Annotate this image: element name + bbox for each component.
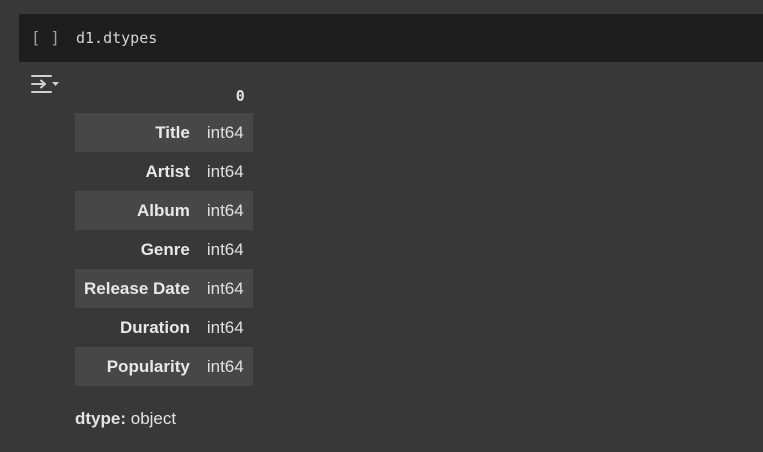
run-cell-button[interactable]: [ ]	[31, 28, 60, 47]
output-collapse-icon[interactable]	[30, 72, 60, 98]
dtype-summary: dtype: object	[75, 409, 176, 429]
row-value: int64	[198, 230, 253, 269]
row-value: int64	[198, 113, 253, 152]
row-value: int64	[198, 152, 253, 191]
row-index: Release Date	[75, 269, 199, 308]
row-index: Genre	[75, 230, 199, 269]
row-index: Title	[75, 113, 199, 152]
dataframe-table: 0 Title int64 Artist int64 Album int64 G…	[75, 78, 253, 386]
row-index: Duration	[75, 308, 199, 347]
table-row: Album int64	[75, 191, 253, 230]
row-value: int64	[198, 308, 253, 347]
row-value: int64	[198, 347, 253, 386]
table-row: Title int64	[75, 113, 253, 152]
table-row: Duration int64	[75, 308, 253, 347]
row-index: Album	[75, 191, 199, 230]
dtype-label: dtype:	[75, 409, 126, 428]
cell-output: 0 Title int64 Artist int64 Album int64 G…	[75, 78, 253, 386]
code-cell-input[interactable]: [ ] d1.dtypes	[19, 14, 763, 62]
table-row: Artist int64	[75, 152, 253, 191]
row-value: int64	[198, 191, 253, 230]
column-header: 0	[235, 86, 245, 105]
row-index: Popularity	[75, 347, 199, 386]
dtype-value: object	[130, 409, 177, 428]
row-index: Artist	[75, 152, 199, 191]
row-value: int64	[198, 269, 253, 308]
code-editor-text[interactable]: d1.dtypes	[76, 29, 157, 47]
table-row: Release Date int64	[75, 269, 253, 308]
index-header	[75, 78, 199, 113]
table-row: Popularity int64	[75, 347, 253, 386]
table-row: Genre int64	[75, 230, 253, 269]
